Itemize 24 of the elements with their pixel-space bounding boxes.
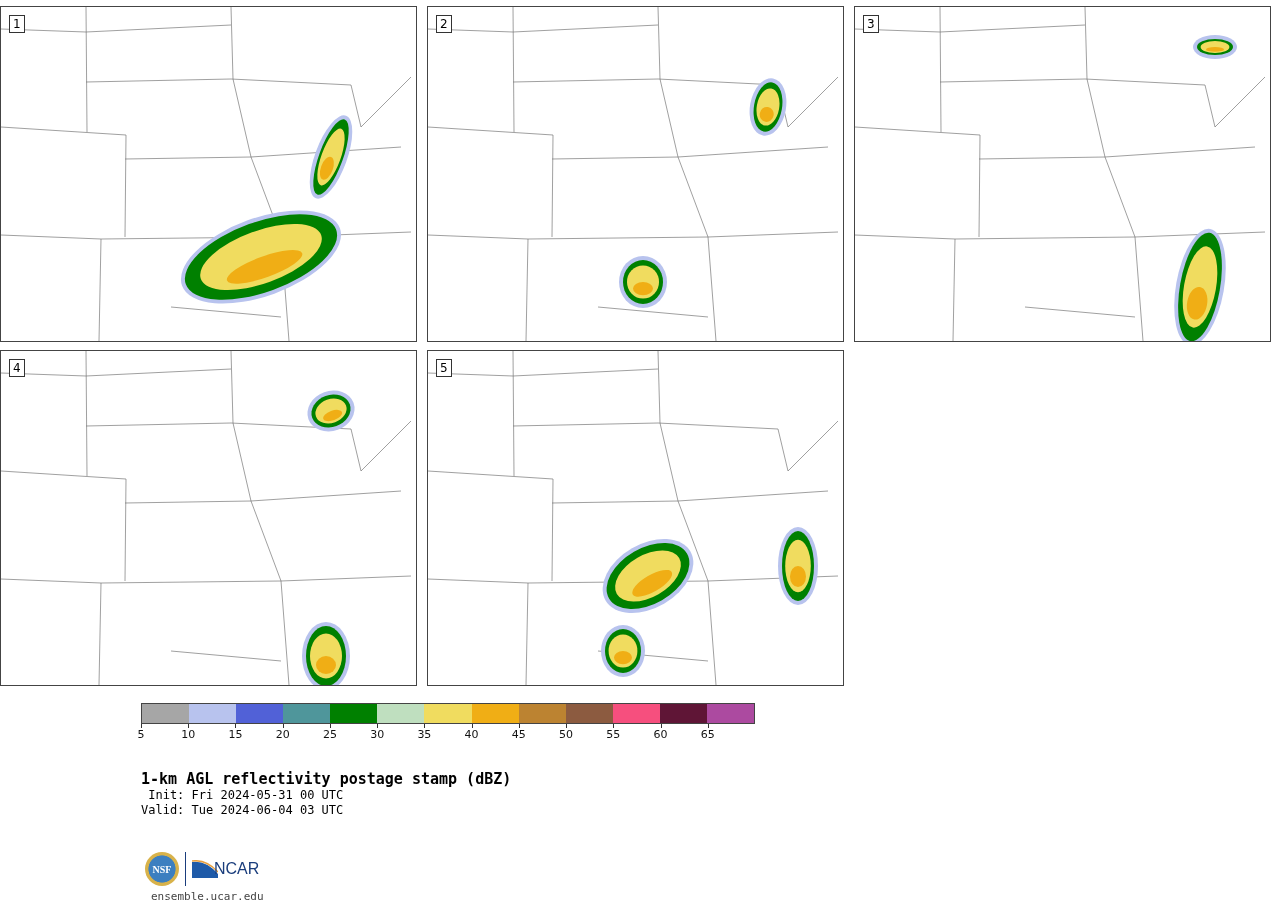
tick-label: 5 <box>137 728 145 741</box>
tick-label: 40 <box>464 728 479 741</box>
tick-label: 15 <box>228 728 243 741</box>
tick-label: 60 <box>653 728 668 741</box>
tick-label: 25 <box>322 728 337 741</box>
tick-label: 50 <box>559 728 574 741</box>
tick-label: 20 <box>275 728 290 741</box>
init-time: Init: Fri 2024-05-31 00 UTC <box>147 788 345 803</box>
tick-label: 30 <box>370 728 385 741</box>
ncar-logo: NCAR <box>192 860 260 878</box>
panel-number: 4 <box>9 359 25 377</box>
tick-label: 45 <box>511 728 526 741</box>
tick-label: 65 <box>700 728 715 741</box>
panel-number: 2 <box>436 15 452 33</box>
nsf-logo: NSF <box>145 852 179 886</box>
valid-time: Valid: Tue 2024-06-04 03 UTC <box>141 803 345 818</box>
panel-number: 1 <box>9 15 25 33</box>
tick-label: 55 <box>606 728 621 741</box>
tick-label: 35 <box>417 728 432 741</box>
website-url: ensemble.ucar.edu <box>151 890 265 901</box>
panel-number: 3 <box>863 15 879 33</box>
chart-title: 1-km AGL reflectivity postage stamp (dBZ) <box>141 770 513 788</box>
panel-number: 5 <box>436 359 452 377</box>
tick-label: 10 <box>181 728 196 741</box>
